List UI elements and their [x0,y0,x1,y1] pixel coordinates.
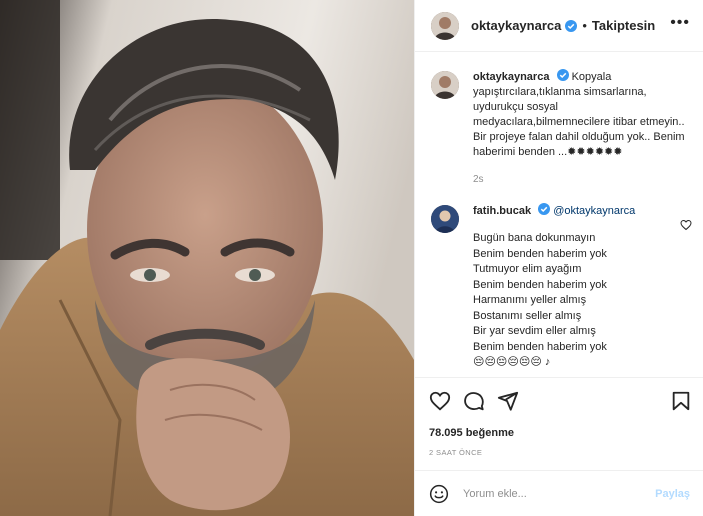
commenter-avatar[interactable] [431,205,459,233]
comment-mention[interactable]: @oktaykaynarca [553,205,635,217]
heart-icon[interactable] [429,390,451,412]
post-header: oktaykaynarca • Takiptesin ••• [415,0,703,52]
verified-badge-icon [565,19,578,32]
more-options-icon[interactable]: ••• [670,15,690,31]
author-username[interactable]: oktaykaynarca [471,18,561,33]
share-icon[interactable] [497,390,519,412]
comment-line: Tutmuyor elim ayağım [473,263,582,275]
commenter-username[interactable]: fatih.bucak [473,205,531,217]
post-photo[interactable] [0,0,414,516]
comment-line: Bir yar sevdim eller almış [473,325,596,337]
comment-line: Bugün bana dokunmayın [473,232,596,244]
caption-body: oktaykaynarca Kopyala yapıştırcılara,tık… [473,69,688,187]
following-status-button[interactable]: Takiptesin [592,18,655,33]
caption-timestamp[interactable]: 2s [473,172,688,187]
comment-row: fatih.bucak @oktaykaynarca Bugün bana do… [431,203,688,371]
action-bar [415,377,703,423]
comment-icon[interactable] [463,390,485,412]
emoji-icon[interactable] [429,484,449,504]
add-comment-bar: Paylaş [415,470,703,516]
caption-row: oktaykaynarca Kopyala yapıştırcılara,tık… [431,69,688,187]
comment-text: Bugün bana dokunmayın Benim benden haber… [473,231,688,371]
likes-count[interactable]: 78.095 beğenme [429,427,514,439]
portrait-image [0,0,414,516]
post-panel: oktaykaynarca • Takiptesin ••• oktaykayn… [414,0,703,516]
comment-line: Harmanımı yeller almış [473,294,587,306]
comment-body: fatih.bucak @oktaykaynarca Bugün bana do… [473,203,688,371]
post-time[interactable]: 2 SAAT ÖNCE [429,448,482,457]
caption-author-avatar[interactable] [431,71,459,99]
comment-line: Bostanımı seller almış [473,309,582,322]
comment-line: 😔😔😔😔😔😔 ♪ [473,356,551,368]
comment-input[interactable] [463,487,656,500]
comment-line: Benim benden haberim yok [473,278,607,291]
caption-author-username[interactable]: oktaykaynarca [473,71,549,83]
caption-verified-badge-icon [556,69,569,81]
separator-dot: • [582,18,587,33]
comments-section[interactable]: oktaykaynarca Kopyala yapıştırcılara,tık… [415,53,703,376]
comment-line: Benim benden haberim yok [473,247,607,260]
caption-text: Kopyala yapıştırcılara,tıklanma simsarla… [473,71,685,158]
comment-line: Benim benden haberim yok [473,340,607,353]
commenter-verified-badge-icon [538,203,551,215]
author-avatar[interactable] [431,11,459,40]
bookmark-icon[interactable] [670,390,692,412]
post-comment-button[interactable]: Paylaş [655,488,690,500]
